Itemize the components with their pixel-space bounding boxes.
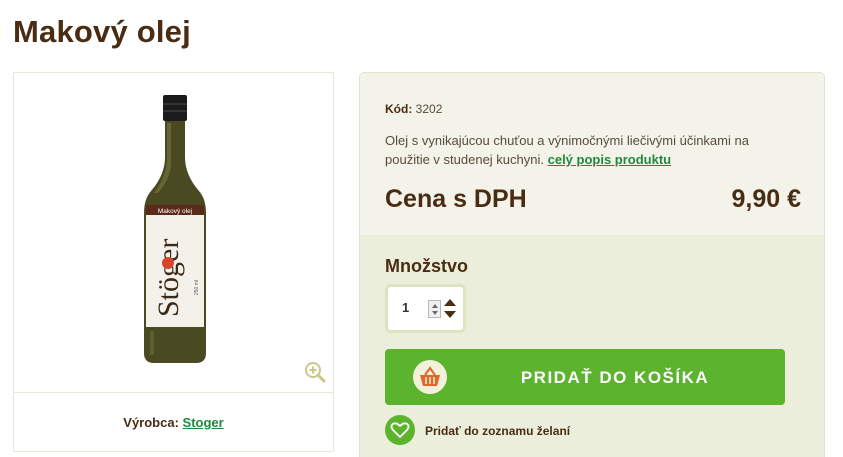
bottle-label-text: Makový olej <box>158 208 192 215</box>
add-to-cart-label: PRIDAŤ DO KOŠÍKA <box>520 368 710 387</box>
price-label: Cena s DPH <box>385 185 527 213</box>
product-details: Kód: 3202 Olej s vynikajúcou chuťou a vý… <box>360 73 824 235</box>
wishlist-label: Pridať do zoznamu želaní <box>425 424 571 438</box>
divider <box>14 392 333 393</box>
quantity-arrows <box>444 298 456 320</box>
zoom-in-icon[interactable] <box>304 361 326 383</box>
manufacturer-label: Výrobca: <box>123 415 179 430</box>
basket-icon <box>413 360 447 394</box>
bottle-image: Makový olej Stöger 250 ml <box>144 95 206 363</box>
spin-down-icon[interactable] <box>432 311 438 315</box>
product-code: Kód: 3202 <box>385 102 442 116</box>
spin-up-icon[interactable] <box>432 304 438 308</box>
product-code-value: 3202 <box>415 102 443 116</box>
quantity-label: Množstvo <box>385 256 468 276</box>
product-info-panel: Kód: 3202 Olej s vynikajúcou chuťou a vý… <box>359 72 825 457</box>
manufacturer: Výrobca: Stoger <box>14 415 333 430</box>
heart-icon <box>385 415 415 445</box>
quantity-spin-buttons[interactable] <box>428 300 441 318</box>
bottle-brand-text: Stöger <box>152 239 185 317</box>
full-description-link[interactable]: celý popis produktu <box>548 152 672 167</box>
bottle-volume-text: 250 ml <box>194 280 200 295</box>
product-image[interactable]: Makový olej Stöger 250 ml <box>14 73 333 392</box>
add-to-cart-button[interactable]: PRIDAŤ DO KOŠÍKA <box>385 349 785 405</box>
quantity-increase-icon[interactable] <box>444 299 456 306</box>
page-title: Makový olej <box>13 14 191 49</box>
quantity-stepper: 1 <box>385 284 466 333</box>
quantity-input[interactable]: 1 <box>402 300 409 315</box>
product-description: Olej s vynikajúcou chuťou a výnimočnými … <box>385 131 795 169</box>
product-image-panel: Makový olej Stöger 250 ml Výrobca: Stoge… <box>13 72 334 452</box>
price-value: 9,90 € <box>731 185 801 213</box>
product-code-label: Kód: <box>385 102 413 116</box>
manufacturer-link[interactable]: Stoger <box>183 415 224 430</box>
quantity-decrease-icon[interactable] <box>444 311 456 318</box>
